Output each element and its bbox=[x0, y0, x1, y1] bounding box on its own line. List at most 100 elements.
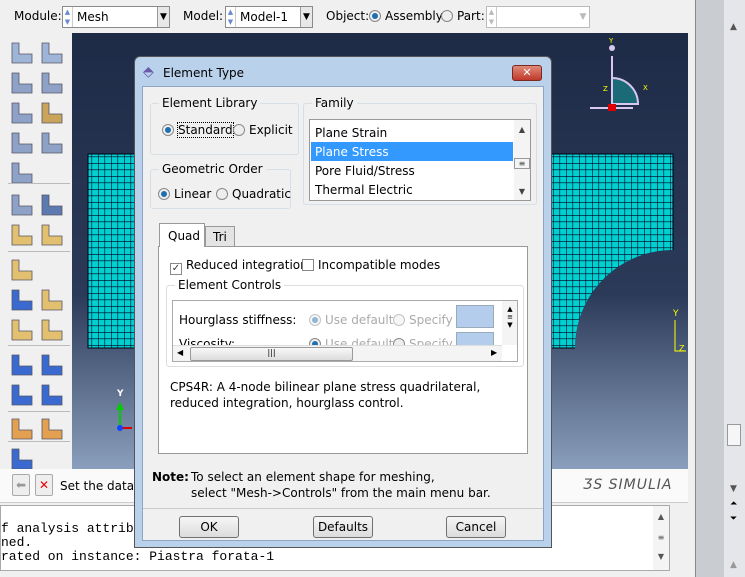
element-description: CPS4R: A 4-node bilinear plane stress qu… bbox=[170, 380, 481, 410]
note-line-2: select "Mesh->Controls" from the main me… bbox=[191, 486, 491, 500]
horizontal-scrollbar[interactable]: ◀ ||| ▶ bbox=[173, 345, 502, 361]
family-scrollbar[interactable]: ▲ ≡ ▼ bbox=[514, 120, 530, 200]
prompt-text: Set the data u bbox=[60, 479, 146, 493]
create-datum-axis-icon[interactable] bbox=[40, 353, 64, 377]
hourglass-label: Hourglass stiffness: bbox=[179, 313, 297, 327]
mesh-controls-icon[interactable] bbox=[10, 101, 34, 125]
model-label: Model: bbox=[183, 9, 224, 23]
edit-mesh-icon[interactable] bbox=[10, 223, 34, 247]
radio-icon bbox=[162, 124, 174, 136]
triad-y-label: Y bbox=[608, 37, 614, 45]
verify-mesh-icon[interactable] bbox=[40, 131, 64, 155]
ok-button[interactable]: OK bbox=[179, 516, 239, 538]
corner-z-label: Z bbox=[679, 344, 685, 353]
element-library-group: Element Library Standard Explicit bbox=[150, 96, 299, 155]
radio-label: Use default bbox=[325, 313, 394, 327]
radio-icon bbox=[158, 188, 170, 200]
chevron-down-icon[interactable]: ▼ bbox=[300, 7, 312, 27]
standard-radio[interactable]: Standard bbox=[162, 122, 234, 138]
cancel-x-icon[interactable]: ✕ bbox=[35, 474, 53, 496]
radio-icon bbox=[393, 314, 405, 326]
seed-edges-icon[interactable] bbox=[40, 41, 64, 65]
radio-icon bbox=[216, 188, 228, 200]
scroll-up-icon[interactable]: ▲ bbox=[730, 22, 737, 32]
element-controls-group: Element Controls Hourglass stiffness: Us… bbox=[166, 278, 524, 367]
datum-point-icon[interactable] bbox=[40, 383, 64, 407]
partition-cell-icon[interactable] bbox=[10, 161, 34, 185]
partition-face-icon[interactable] bbox=[10, 318, 34, 342]
seed-part-icon[interactable] bbox=[10, 41, 34, 65]
associate-mesh-icon[interactable] bbox=[40, 101, 64, 125]
group-title: Element Controls bbox=[175, 278, 285, 292]
spin-icon[interactable]: ▲ ▼ bbox=[63, 7, 73, 27]
back-arrow-icon[interactable]: ⬅ bbox=[12, 474, 30, 496]
group-title: Element Library bbox=[159, 96, 261, 110]
part-label: Part: bbox=[457, 9, 485, 23]
dialog-title: Element Type bbox=[163, 66, 245, 80]
close-button[interactable]: ✕ bbox=[512, 65, 542, 81]
family-item[interactable]: Pore Fluid/Stress bbox=[311, 161, 513, 180]
repair-icon[interactable] bbox=[40, 417, 64, 441]
toolbox-separator bbox=[8, 251, 70, 252]
virtual-topology-icon[interactable] bbox=[40, 223, 64, 247]
create-csys-icon[interactable] bbox=[10, 353, 34, 377]
message-line: f analysis attrib bbox=[1, 521, 134, 536]
scroll-bottom-icon[interactable]: ⏷ bbox=[730, 514, 737, 524]
toolbox bbox=[0, 33, 72, 471]
radio-label: Specify bbox=[409, 313, 453, 327]
object-assembly-radio[interactable]: Assembly bbox=[369, 9, 443, 23]
family-item[interactable]: Thermal Electric bbox=[311, 180, 513, 199]
part-combo[interactable]: ▲ ▼ ▼ bbox=[486, 6, 590, 28]
scroll-down-icon[interactable]: ▼ bbox=[730, 484, 737, 494]
chevron-down-icon: ▼ bbox=[577, 7, 589, 27]
message-line: rated on instance: Piastra forata-1 bbox=[1, 549, 275, 564]
mesh-part-icon[interactable] bbox=[10, 71, 34, 95]
hourglass-value-field bbox=[456, 305, 494, 328]
scroll-left-icon[interactable]: ◀ bbox=[177, 348, 183, 357]
note-line-1: To select an element shape for meshing, bbox=[191, 470, 435, 484]
scroll-right-icon[interactable]: ▶ bbox=[491, 348, 497, 357]
incompatible-modes-checkbox[interactable]: Incompatible modes bbox=[302, 258, 440, 272]
assembly-label: Assembly bbox=[385, 9, 443, 23]
query-point-icon[interactable] bbox=[10, 447, 34, 471]
merge-icon[interactable] bbox=[10, 417, 34, 441]
family-list[interactable]: Plane Strain Plane Stress Pore Fluid/Str… bbox=[309, 119, 531, 201]
scroll-thumb[interactable]: ||| bbox=[190, 347, 353, 361]
element-type-dialog: ⬘ Element Type ✕ Element Library Standar… bbox=[134, 56, 552, 548]
triad: Y X Z bbox=[590, 37, 648, 111]
object-part-radio[interactable]: Part: bbox=[441, 9, 485, 23]
tab-quad[interactable]: Quad bbox=[159, 223, 205, 247]
erase-icon[interactable] bbox=[10, 258, 34, 282]
scroll-up-icon[interactable]: ▲ bbox=[730, 560, 737, 570]
family-item[interactable]: Plane Strain bbox=[311, 123, 513, 142]
explicit-radio[interactable]: Explicit bbox=[233, 123, 293, 137]
model-combo[interactable]: ▲ ▼ Model-1 ▼ bbox=[225, 6, 313, 28]
quad-tab-panel: ✓ Reduced integration Incompatible modes … bbox=[158, 246, 528, 454]
tab-tri[interactable]: Tri bbox=[205, 226, 235, 247]
toolbox-separator bbox=[8, 345, 70, 346]
query-icon[interactable] bbox=[40, 193, 64, 217]
right-panel: ▲ ▼ ⏶ ⏷ ▲ bbox=[695, 0, 745, 577]
mesh-part-instance-icon[interactable] bbox=[10, 193, 34, 217]
cancel-button[interactable]: Cancel bbox=[446, 516, 506, 538]
vertical-scrollbar[interactable]: ▲ ▼ ⏶ ⏷ ▲ bbox=[724, 0, 745, 577]
toolbox-separator bbox=[8, 441, 70, 442]
mesh-region-icon[interactable] bbox=[40, 71, 64, 95]
spin-icon[interactable]: ▲ ▼ bbox=[226, 7, 236, 27]
cut-icon[interactable] bbox=[40, 318, 64, 342]
chevron-down-icon[interactable]: ▼ bbox=[157, 7, 169, 27]
family-item-selected[interactable]: Plane Stress bbox=[311, 142, 513, 161]
reduced-integration-checkbox[interactable]: ✓ Reduced integration bbox=[170, 258, 308, 275]
message-scrollbar[interactable]: ▲ ≡ ▼ bbox=[653, 506, 669, 570]
defaults-button[interactable]: Defaults bbox=[313, 516, 373, 538]
vertical-scrollbar[interactable]: ▲ ≡ ▼ bbox=[502, 301, 517, 345]
create-datum-plane-icon[interactable] bbox=[10, 383, 34, 407]
scroll-top-icon[interactable]: ⏶ bbox=[730, 499, 737, 509]
create-datum-point-icon[interactable] bbox=[10, 288, 34, 312]
linear-radio[interactable]: Linear bbox=[158, 187, 211, 201]
assign-element-type-icon[interactable] bbox=[10, 131, 34, 155]
quadratic-radio[interactable]: Quadratic bbox=[216, 187, 291, 201]
create-edge-icon[interactable] bbox=[40, 288, 64, 312]
scroll-thumb[interactable] bbox=[727, 424, 741, 446]
module-combo[interactable]: ▲ ▼ Mesh ▼ bbox=[62, 6, 170, 28]
